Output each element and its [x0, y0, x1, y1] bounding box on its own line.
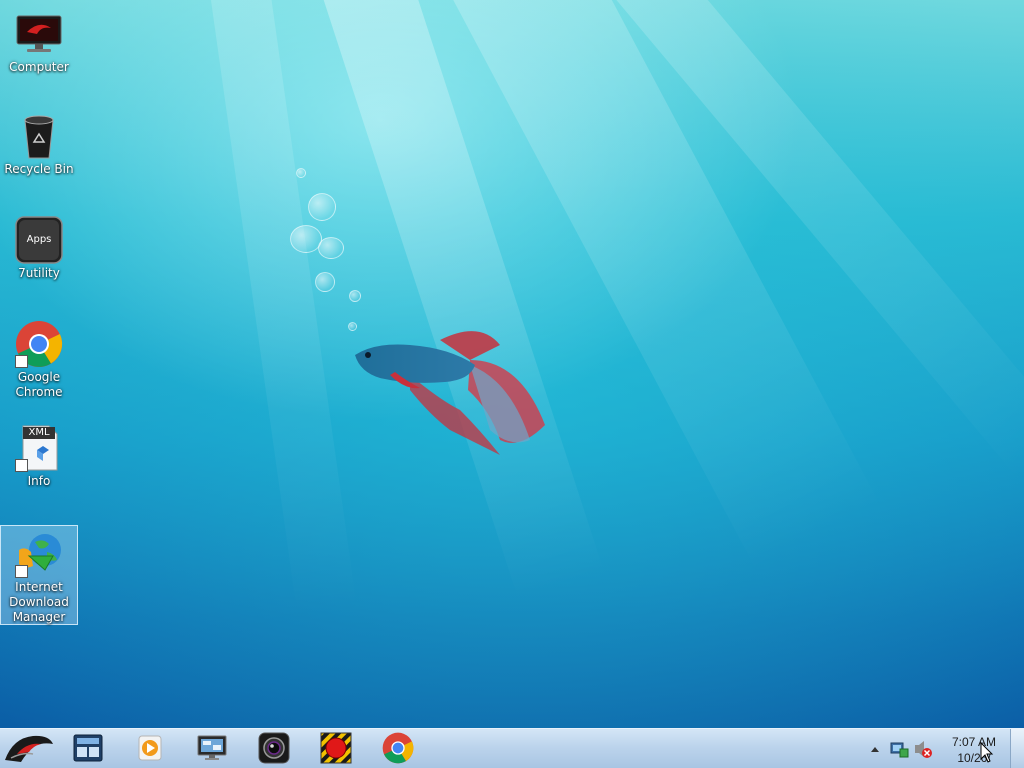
- show-desktop-button[interactable]: [1010, 729, 1024, 768]
- clock-date: 10/26/: [957, 751, 991, 765]
- bubble: [318, 237, 344, 259]
- bubble: [349, 290, 361, 302]
- icon-label: Recycle Bin: [4, 162, 74, 176]
- betta-fish-illustration: [355, 331, 545, 455]
- shortcut-arrow-icon: [15, 565, 28, 578]
- shortcut-arrow-icon: [15, 459, 28, 472]
- idm-icon: [15, 530, 63, 578]
- icon-label: 7utility: [18, 266, 60, 280]
- taskbar-item-6[interactable]: [376, 731, 420, 765]
- icon-label: Info: [27, 474, 51, 488]
- network-tray-button[interactable]: [888, 729, 910, 768]
- chrome-icon: [382, 732, 414, 764]
- system-clock[interactable]: 7:07 AM 10/26/: [938, 731, 1010, 767]
- apps-icon: Apps: [15, 216, 63, 264]
- clock-time: 7:07 AM: [951, 735, 997, 749]
- icon-label: Google Chrome: [15, 370, 63, 399]
- taskbar-item-5[interactable]: [314, 731, 358, 765]
- desktop-icon-recycle-bin[interactable]: Recycle Bin: [0, 108, 78, 180]
- taskbar-item-4[interactable]: [252, 731, 296, 765]
- desktop-icon-computer[interactable]: Computer: [0, 6, 78, 74]
- xml-badge-text: XML: [23, 427, 55, 439]
- computer-icon: [15, 10, 63, 58]
- desktop-icon-google-chrome[interactable]: Google Chrome: [0, 316, 78, 400]
- window-switcher-icon: [73, 734, 103, 762]
- volume-muted-icon: [915, 741, 932, 758]
- rog-logo-icon: [5, 735, 53, 762]
- desktop-icon-internet-download-manager[interactable]: Internet Download Manager: [0, 525, 78, 625]
- mouse-cursor-icon: [980, 742, 994, 763]
- start-button[interactable]: [2, 731, 56, 765]
- desktop-icon-info[interactable]: XML Info: [0, 420, 78, 492]
- media-player-icon: [138, 735, 162, 761]
- bubble: [296, 168, 306, 178]
- bubble: [308, 193, 336, 221]
- record-icon: [320, 732, 352, 764]
- taskbar-item-1[interactable]: [66, 731, 110, 765]
- light-beam: [200, 0, 358, 618]
- taskbar: 7:07 AM 10/26/: [0, 728, 1024, 768]
- recycle-bin-icon: [15, 112, 63, 160]
- icon-label: Computer: [9, 60, 69, 74]
- bubble: [315, 272, 335, 292]
- apps-badge-text: Apps: [26, 234, 52, 245]
- desktop-icon-7utility[interactable]: Apps 7utility: [0, 212, 78, 284]
- xml-file-icon: XML: [15, 424, 63, 472]
- shortcut-arrow-icon: [15, 355, 28, 368]
- taskbar-item-3[interactable]: [190, 731, 234, 765]
- taskbar-item-2[interactable]: [128, 731, 172, 765]
- desktop-background[interactable]: Computer Recycle Bin Apps 7utility Googl…: [0, 0, 1024, 728]
- network-icon: [890, 742, 909, 758]
- show-hidden-icons-button[interactable]: [866, 729, 884, 768]
- monitor-icon: [197, 735, 227, 760]
- volume-tray-button[interactable]: [912, 729, 934, 768]
- icon-label: Internet Download Manager: [9, 580, 69, 624]
- show-hidden-icons-chevron-icon: [871, 747, 879, 752]
- camera-icon: [258, 732, 290, 764]
- chrome-icon: [15, 320, 63, 368]
